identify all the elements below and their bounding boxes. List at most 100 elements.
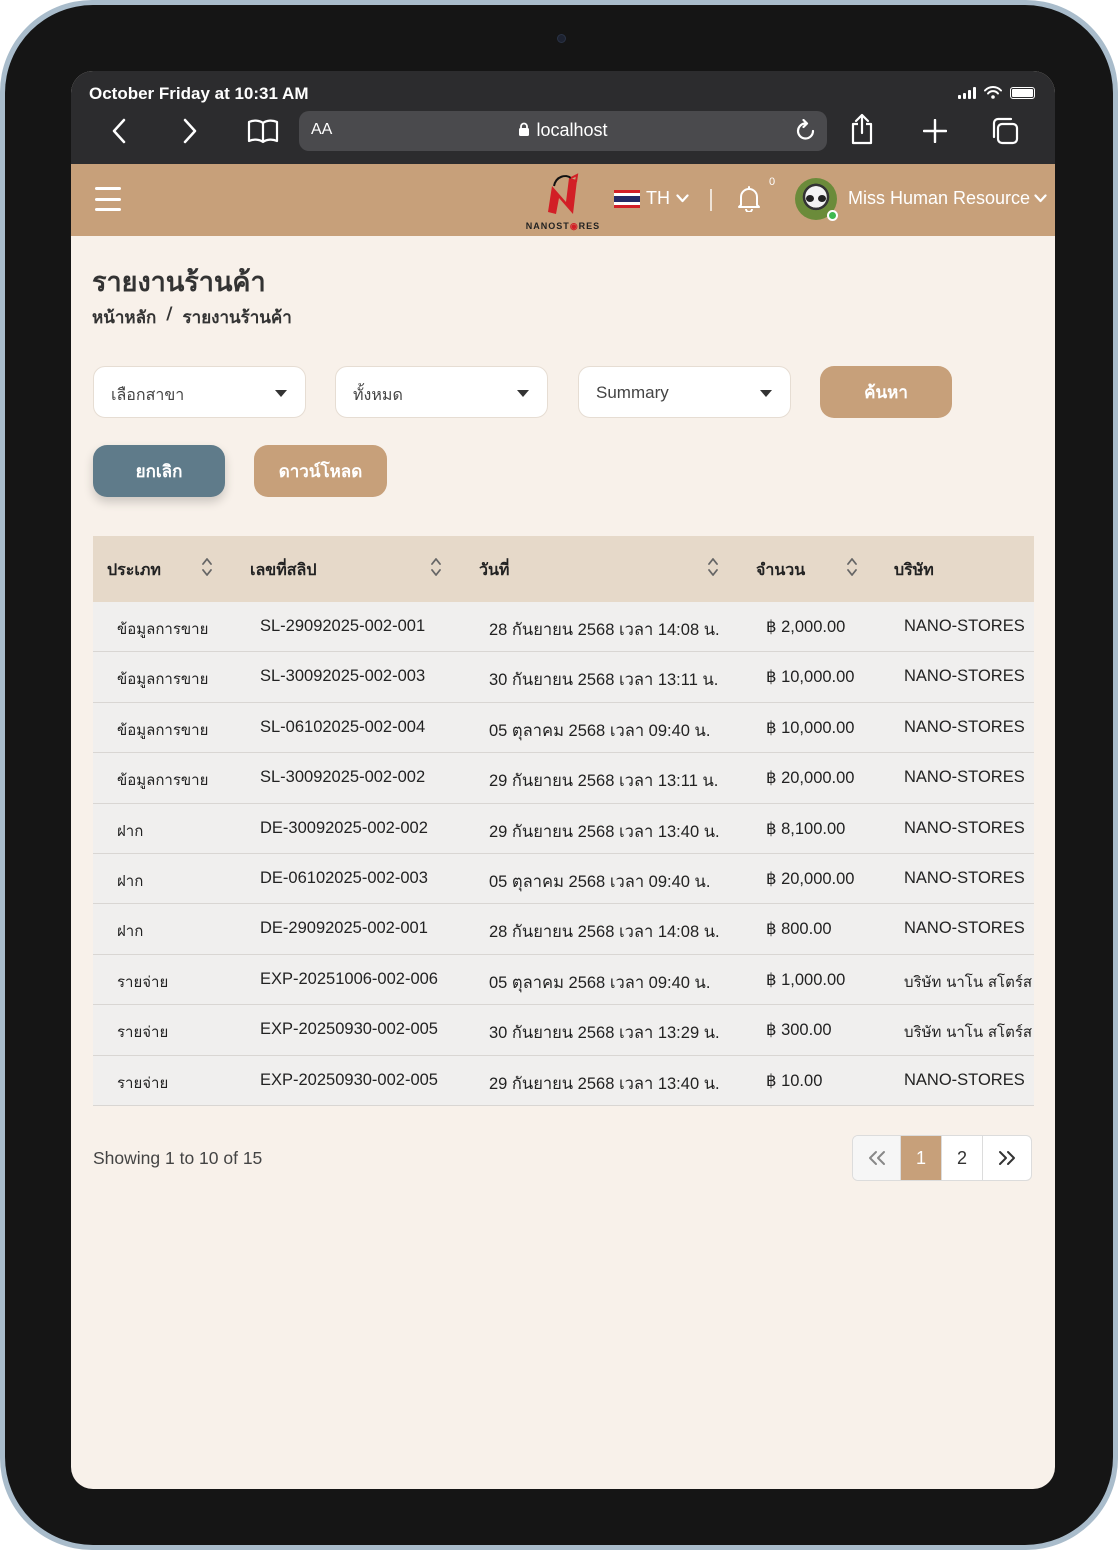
cell-type: ฝาก bbox=[117, 821, 144, 840]
breadcrumb-separator: / bbox=[166, 304, 173, 324]
notification-count: 0 bbox=[769, 176, 776, 188]
front-camera bbox=[557, 34, 566, 43]
cell-date: 05 ตุลาคม 2568 เวลา 09:40 น. bbox=[489, 872, 711, 891]
cell-slip-no: DE-06102025-002-003 bbox=[260, 868, 428, 887]
breadcrumb-home[interactable]: หน้าหลัก bbox=[92, 304, 156, 331]
table-row[interactable]: ข้อมูลการขาย SL-06102025-002-004 05 ตุลา… bbox=[93, 702, 1034, 754]
mode-select[interactable]: Summary bbox=[578, 366, 791, 418]
table-row[interactable]: ฝาก DE-06102025-002-003 05 ตุลาคม 2568 เ… bbox=[93, 853, 1034, 905]
url-text: localhost bbox=[536, 120, 608, 140]
cell-company: บริษัท นาโน สโตร์ส bbox=[904, 972, 1033, 991]
cell-company: NANO-STORES bbox=[904, 717, 1025, 736]
cell-type: ข้อมูลการขาย bbox=[117, 771, 209, 790]
nanostores-logo[interactable]: NANOST◉RES bbox=[519, 172, 607, 232]
cell-company: NANO-STORES bbox=[904, 1070, 1025, 1089]
tabs-button[interactable] bbox=[989, 115, 1021, 147]
new-tab-button[interactable] bbox=[919, 115, 951, 147]
cell-date: 30 กันยายน 2568 เวลา 13:29 น. bbox=[489, 1024, 720, 1043]
cell-amount: ฿ 10,000.00 bbox=[766, 668, 855, 687]
table-row[interactable]: ข้อมูลการขาย SL-30092025-002-003 30 กันย… bbox=[93, 652, 1034, 703]
sort-icon[interactable] bbox=[201, 556, 213, 578]
cell-amount: ฿ 2,000.00 bbox=[766, 618, 846, 636]
menu-toggle-icon[interactable] bbox=[95, 187, 121, 211]
cell-slip-no: SL-06102025-002-004 bbox=[260, 717, 426, 736]
table-row[interactable]: ฝาก DE-30092025-002-002 29 กันยายน 2568 … bbox=[93, 803, 1034, 854]
sort-icon[interactable] bbox=[707, 556, 719, 578]
first-page-button[interactable] bbox=[853, 1136, 901, 1180]
page-button-1[interactable]: 1 bbox=[901, 1136, 942, 1180]
cell-slip-no: EXP-20250930-002-005 bbox=[260, 1020, 438, 1039]
bell-icon bbox=[738, 186, 760, 213]
branch-select[interactable]: เลือกสาขา bbox=[93, 366, 306, 418]
cell-company: NANO-STORES bbox=[904, 818, 1025, 837]
cell-type: รายจ่าย bbox=[117, 1023, 169, 1042]
cell-type: ฝาก bbox=[117, 871, 144, 890]
user-menu[interactable]: Miss Human Resource bbox=[848, 188, 1047, 209]
breadcrumb: หน้าหลัก / รายงานร้านค้า bbox=[92, 304, 292, 331]
column-header-amount[interactable]: จำนวน bbox=[756, 558, 805, 583]
table-header: ประเภท เลขที่สลิป วันที่ จำนวน บริษัท bbox=[93, 536, 1034, 602]
table-row[interactable]: รายจ่าย EXP-20250930-002-005 29 กันยายน … bbox=[93, 1055, 1034, 1106]
wifi-icon bbox=[984, 86, 1002, 99]
share-button[interactable] bbox=[846, 113, 878, 145]
caret-down-icon bbox=[517, 390, 529, 397]
cell-date: 29 กันยายน 2568 เวลา 13:40 น. bbox=[489, 822, 720, 841]
cancel-button[interactable]: ยกเลิก bbox=[93, 445, 225, 497]
table-row[interactable]: รายจ่าย EXP-20251006-002-006 05 ตุลาคม 2… bbox=[93, 954, 1034, 1006]
mode-select-value: Summary bbox=[596, 383, 669, 402]
page-button-2[interactable]: 2 bbox=[942, 1136, 983, 1180]
reload-button[interactable] bbox=[795, 118, 817, 147]
chevron-down-icon bbox=[676, 194, 689, 203]
cell-company: NANO-STORES bbox=[904, 919, 1025, 938]
page-title: รายงานร้านค้า bbox=[92, 267, 266, 298]
cell-type: ข้อมูลการขาย bbox=[117, 720, 209, 739]
sort-icon[interactable] bbox=[846, 556, 858, 578]
cell-amount: ฿ 300.00 bbox=[766, 1021, 832, 1040]
table-row[interactable]: รายจ่าย EXP-20250930-002-005 30 กันยายน … bbox=[93, 1005, 1034, 1056]
column-header-slip-no[interactable]: เลขที่สลิป bbox=[250, 558, 316, 583]
cell-slip-no: EXP-20250930-002-005 bbox=[260, 1070, 438, 1089]
last-page-button[interactable] bbox=[983, 1136, 1031, 1180]
cell-date: 29 กันยายน 2568 เวลา 13:11 น. bbox=[489, 772, 719, 791]
cell-date: 05 ตุลาคม 2568 เวลา 09:40 น. bbox=[489, 721, 711, 740]
status-icons bbox=[958, 86, 1035, 99]
cell-amount: ฿ 10.00 bbox=[766, 1071, 823, 1090]
lock-icon bbox=[519, 122, 530, 136]
table-row[interactable]: ข้อมูลการขาย SL-29092025-002-001 28 กันย… bbox=[93, 602, 1034, 653]
cell-company: NANO-STORES bbox=[904, 768, 1025, 787]
cell-slip-no: SL-29092025-002-001 bbox=[260, 617, 426, 635]
cell-type: ข้อมูลการขาย bbox=[117, 620, 209, 638]
double-chevron-left-icon bbox=[868, 1151, 885, 1165]
cell-amount: ฿ 20,000.00 bbox=[766, 869, 855, 888]
table-row[interactable]: ข้อมูลการขาย SL-30092025-002-002 29 กันย… bbox=[93, 753, 1034, 804]
sort-icon[interactable] bbox=[430, 556, 442, 578]
table-row[interactable]: ฝาก DE-29092025-002-001 28 กันยายน 2568 … bbox=[93, 904, 1034, 955]
caret-down-icon bbox=[760, 390, 772, 397]
column-header-company[interactable]: บริษัท bbox=[894, 558, 934, 583]
cell-amount: ฿ 8,100.00 bbox=[766, 819, 846, 838]
book-icon bbox=[247, 119, 279, 144]
screen: October Friday at 10:31 AM AA localhost … bbox=[71, 71, 1055, 1489]
cell-type: ฝาก bbox=[117, 922, 144, 941]
ipad-frame: October Friday at 10:31 AM AA localhost … bbox=[0, 0, 1118, 1550]
download-button[interactable]: ดาวน์โหลด bbox=[254, 445, 387, 497]
language-selector[interactable]: TH bbox=[614, 188, 689, 209]
bookmarks-button[interactable] bbox=[245, 115, 281, 147]
cell-company: NANO-STORES bbox=[904, 868, 1025, 887]
notification-button[interactable] bbox=[737, 186, 761, 216]
pagination: 1 2 bbox=[852, 1135, 1032, 1181]
back-button[interactable] bbox=[103, 115, 135, 147]
cell-type: รายจ่าย bbox=[117, 972, 169, 991]
reload-icon bbox=[796, 118, 815, 140]
breadcrumb-current: รายงานร้านค้า bbox=[182, 308, 292, 328]
column-header-date[interactable]: วันที่ bbox=[479, 558, 509, 583]
logo-wordmark: NANOST◉RES bbox=[525, 221, 601, 231]
type-select[interactable]: ทั้งหมด bbox=[335, 366, 548, 418]
cell-type: ข้อมูลการขาย bbox=[117, 670, 209, 689]
language-label: TH bbox=[646, 188, 670, 208]
cell-date: 28 กันยายน 2568 เวลา 14:08 น. bbox=[489, 923, 720, 942]
search-button[interactable]: ค้นหา bbox=[820, 366, 952, 418]
address-bar[interactable]: AA localhost bbox=[299, 111, 827, 151]
column-header-type[interactable]: ประเภท bbox=[107, 558, 161, 583]
forward-button[interactable] bbox=[174, 115, 206, 147]
